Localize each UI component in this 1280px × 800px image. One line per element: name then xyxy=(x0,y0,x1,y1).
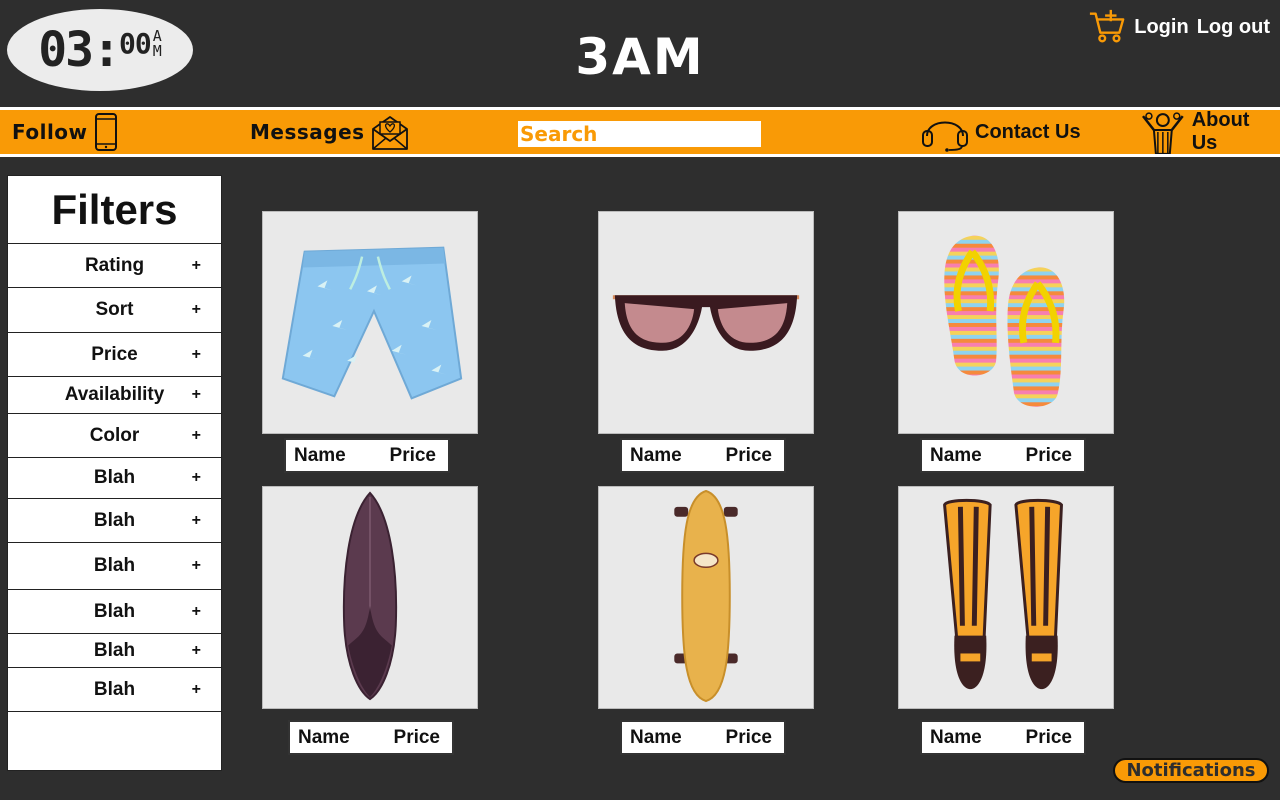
search-input[interactable] xyxy=(518,121,761,147)
product-label[interactable]: Name Price xyxy=(920,720,1086,755)
surfboard-icon xyxy=(342,491,398,701)
phone-icon xyxy=(94,113,117,151)
expand-plus-icon: + xyxy=(191,511,201,529)
swim-fins-icon xyxy=(943,498,1063,690)
notifications-button[interactable]: Notifications xyxy=(1113,758,1269,783)
expand-plus-icon: + xyxy=(191,301,201,318)
flip-flops-icon xyxy=(944,235,1065,407)
expand-plus-icon: + xyxy=(191,469,201,486)
product-name: Name xyxy=(630,726,682,748)
nav-about-label: About Us xyxy=(1191,109,1250,154)
product-price: Price xyxy=(1025,726,1072,748)
nav-follow-label: Follow xyxy=(12,120,88,144)
product-label[interactable]: Name Price xyxy=(288,720,454,755)
expand-plus-icon: + xyxy=(191,386,201,403)
product-name: Name xyxy=(294,444,346,466)
expand-plus-icon: + xyxy=(191,256,201,274)
logout-link[interactable]: Log out xyxy=(1197,16,1270,39)
filter-availability[interactable]: Availability + xyxy=(8,377,221,414)
swim-shorts-icon xyxy=(281,246,463,400)
product-label[interactable]: Name Price xyxy=(284,438,450,473)
product-price: Price xyxy=(725,444,772,466)
product-image-sunglasses[interactable] xyxy=(598,211,814,434)
nav-bar: Follow Messages Contact Us xyxy=(0,107,1280,157)
nav-follow[interactable]: Follow xyxy=(12,110,118,154)
filter-blah-3[interactable]: Blah + xyxy=(8,543,221,590)
product-label[interactable]: Name Price xyxy=(620,720,786,755)
product-name: Name xyxy=(930,444,982,466)
filter-sort[interactable]: Sort + xyxy=(8,288,221,333)
filter-price[interactable]: Price + xyxy=(8,333,221,377)
filter-blah-2[interactable]: Blah + xyxy=(8,499,221,543)
product-image-flip-flops[interactable] xyxy=(898,211,1114,434)
product-name: Name xyxy=(930,726,982,748)
product-label[interactable]: Name Price xyxy=(620,438,786,473)
product-price: Price xyxy=(393,726,440,748)
filter-blah-5[interactable]: Blah + xyxy=(8,634,221,668)
nav-messages[interactable]: Messages xyxy=(250,110,409,154)
filter-color[interactable]: Color + xyxy=(8,414,221,458)
filter-rating[interactable]: Rating + xyxy=(8,244,221,288)
product-label[interactable]: Name Price xyxy=(920,438,1086,473)
product-image-swim-fins[interactable] xyxy=(898,486,1114,709)
love-letter-icon xyxy=(371,116,408,150)
skateboard-icon xyxy=(674,489,738,703)
filter-blah-4[interactable]: Blah + xyxy=(8,590,221,634)
product-name: Name xyxy=(298,726,350,748)
nav-contact-label: Contact Us xyxy=(975,120,1081,143)
product-name: Name xyxy=(630,444,682,466)
nav-messages-label: Messages xyxy=(250,120,365,144)
expand-plus-icon: + xyxy=(191,641,201,659)
clock-ampm: A M xyxy=(152,27,162,60)
product-price: Price xyxy=(389,444,436,466)
expand-plus-icon: + xyxy=(191,602,201,620)
product-image-surfboard[interactable] xyxy=(262,486,478,709)
filters-title: Filters xyxy=(8,176,221,244)
cart-add-icon[interactable] xyxy=(1088,8,1126,46)
expand-plus-icon: + xyxy=(191,345,201,363)
auth-area: Login Log out xyxy=(1088,8,1270,46)
group-people-icon xyxy=(1142,112,1184,154)
filters-panel: Filters Rating + Sort + Price + Availabilit… xyxy=(7,175,222,771)
clock-minutes: 00 xyxy=(118,27,152,60)
filter-blah-1[interactable]: Blah + xyxy=(8,458,221,499)
nav-about[interactable]: About Us xyxy=(1140,109,1280,154)
clock-hours: 03: xyxy=(38,22,121,78)
expand-plus-icon: + xyxy=(191,426,201,444)
login-link[interactable]: Login xyxy=(1134,16,1188,39)
expand-plus-icon: + xyxy=(191,680,201,698)
expand-plus-icon: + xyxy=(191,557,201,574)
product-image-skateboard[interactable] xyxy=(598,486,814,709)
product-price: Price xyxy=(725,726,772,748)
sunglasses-icon xyxy=(612,295,800,351)
nav-contact[interactable]: Contact Us xyxy=(921,110,1081,154)
product-image-swim-shorts[interactable] xyxy=(262,211,478,434)
site-logo-text[interactable]: 3AM xyxy=(540,28,740,86)
filter-blah-6[interactable]: Blah + xyxy=(8,668,221,712)
headset-icon xyxy=(922,121,968,152)
clock-display: 03: 00 A M xyxy=(7,9,193,91)
product-price: Price xyxy=(1025,444,1072,466)
